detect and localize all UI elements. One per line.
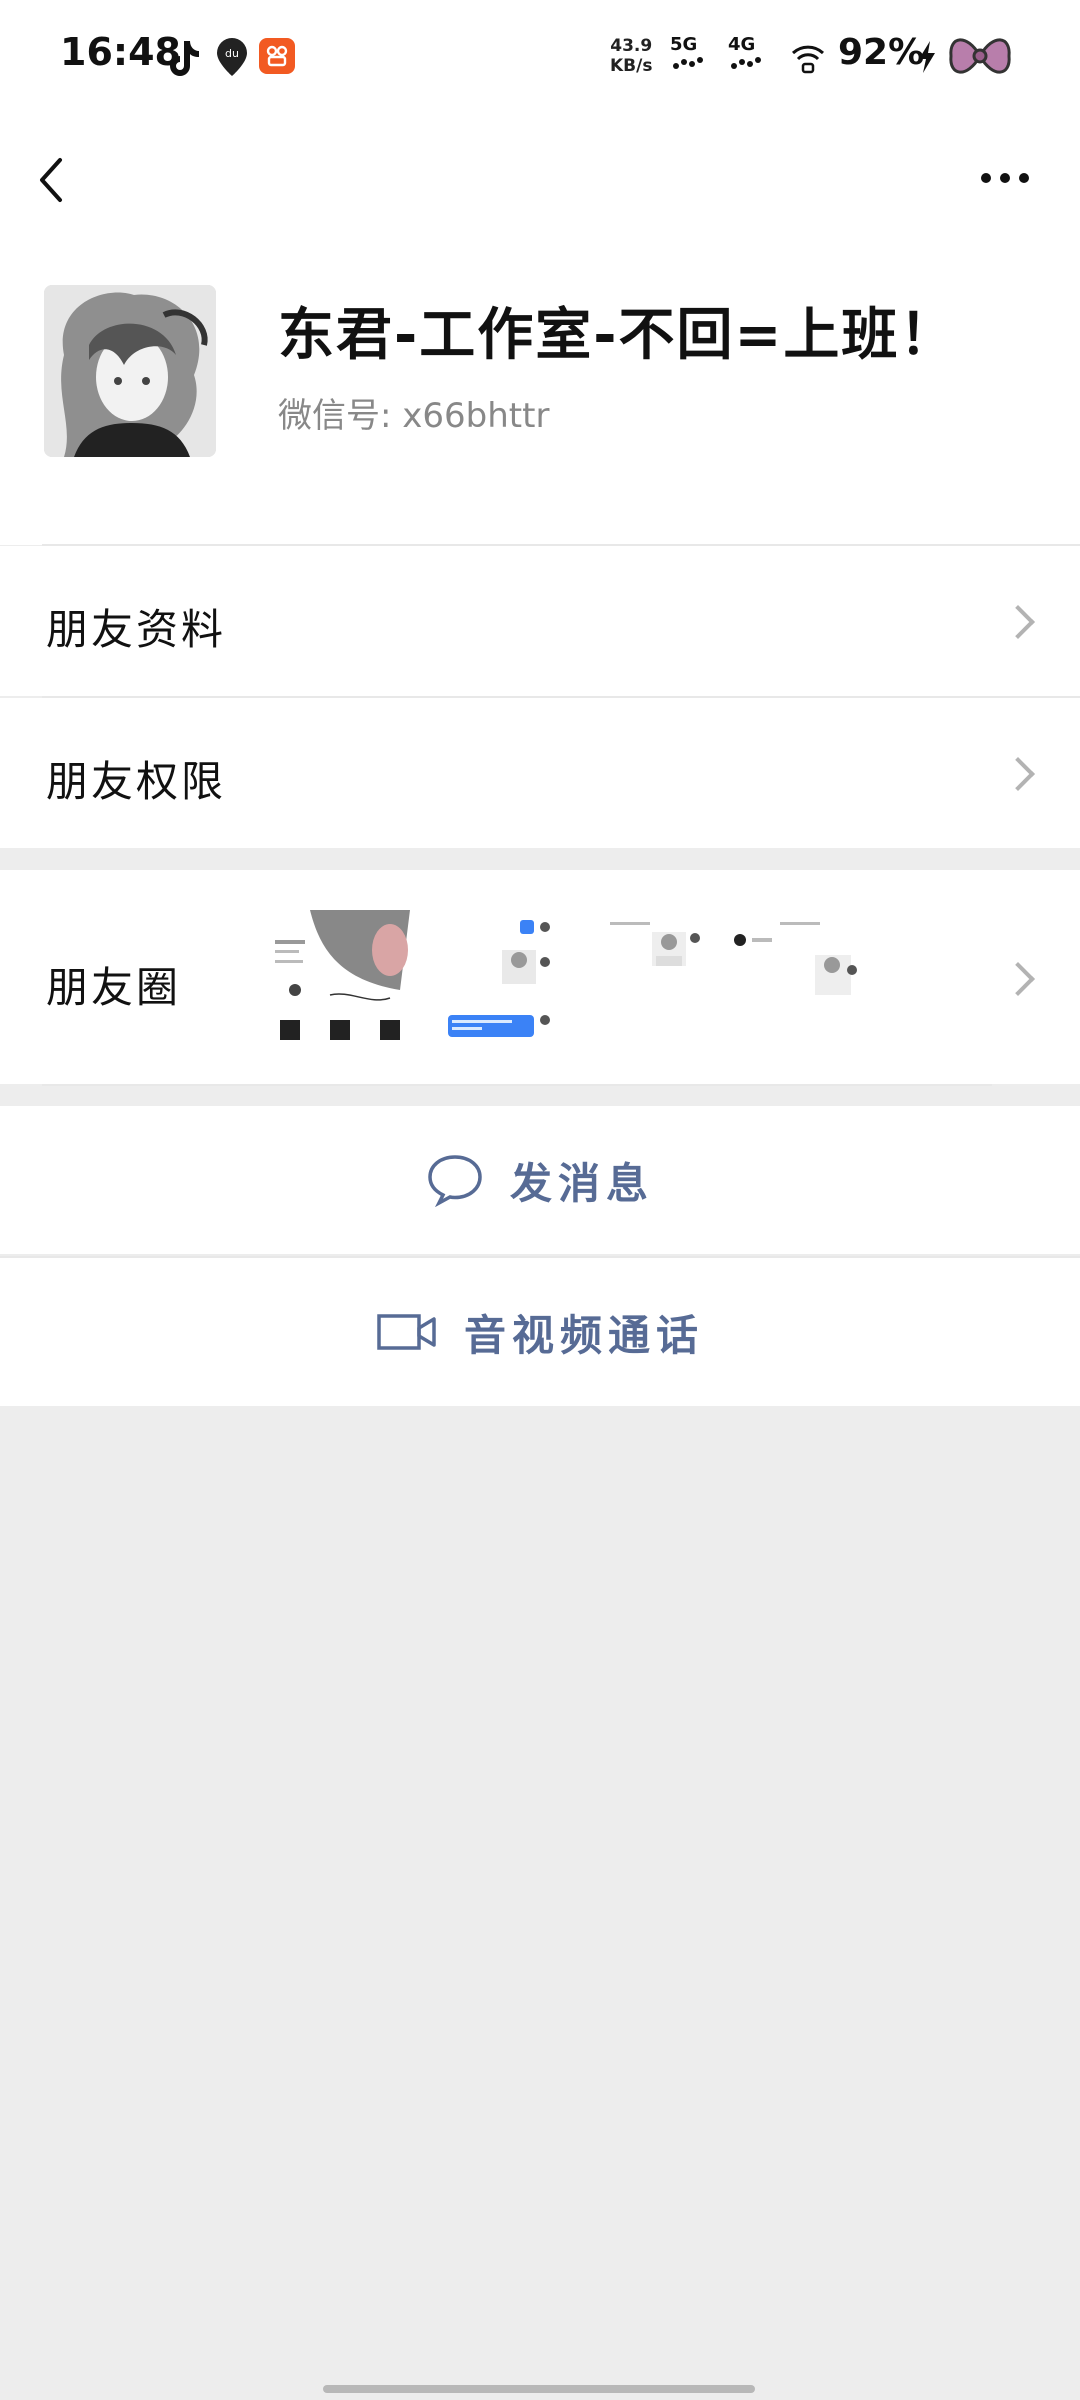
home-indicator[interactable] xyxy=(323,2385,755,2393)
video-call-label: 音视频通话 xyxy=(463,1310,704,1360)
bow-icon xyxy=(946,30,1014,82)
net-speed: 43.9 KB/s xyxy=(610,36,652,76)
row-friend-info[interactable]: 朋友资料 xyxy=(0,546,1080,696)
send-message-button[interactable]: 发消息 xyxy=(0,1106,1080,1254)
moments-thumbnail[interactable] xyxy=(730,910,870,1050)
tiktok-icon xyxy=(165,38,201,78)
chat-bubble-icon xyxy=(428,1155,482,1207)
app-icon xyxy=(259,38,295,74)
status-bar: 16:48 du 43.9 KB/s 5G 4G 92% xyxy=(0,0,1080,110)
battery-percent: 92% xyxy=(838,32,925,73)
wifi-icon xyxy=(788,38,828,78)
net-speed-unit: KB/s xyxy=(610,56,653,76)
svg-text:du: du xyxy=(225,47,239,60)
video-call-button[interactable]: 音视频通话 xyxy=(0,1258,1080,1406)
divider xyxy=(42,1084,992,1086)
contact-name: 东君-工作室-不回=上班！ xyxy=(278,303,958,368)
signal-4g-label: 4G xyxy=(728,34,756,55)
send-message-label: 发消息 xyxy=(509,1158,654,1208)
nav-bar xyxy=(0,110,1080,240)
video-camera-icon xyxy=(377,1314,436,1350)
more-dots-icon xyxy=(981,173,1029,183)
more-button[interactable] xyxy=(972,158,1042,198)
row-friend-permission-label: 朋友权限 xyxy=(46,757,227,806)
net-speed-value: 43.9 xyxy=(610,36,653,56)
row-friend-permission[interactable]: 朋友权限 xyxy=(0,698,1080,848)
chevron-left-icon xyxy=(40,158,62,202)
moments-thumbnail[interactable] xyxy=(590,910,730,1050)
chevron-right-icon xyxy=(1001,962,1035,996)
avatar[interactable] xyxy=(44,285,216,457)
signal-5g: 5G xyxy=(670,34,720,78)
back-button[interactable] xyxy=(28,150,88,210)
charging-icon xyxy=(915,38,939,76)
wechat-id: 微信号: x66bhttr xyxy=(278,396,550,436)
chevron-right-icon xyxy=(1001,605,1035,639)
du-map-icon: du xyxy=(214,36,250,78)
status-time: 16:48 xyxy=(60,30,181,74)
signal-4g: 4G xyxy=(728,34,778,78)
chevron-right-icon xyxy=(1001,757,1035,791)
moments-thumbnail[interactable] xyxy=(270,910,410,1050)
moments-thumbnail[interactable] xyxy=(430,910,570,1050)
row-friend-info-label: 朋友资料 xyxy=(46,605,227,654)
row-moments-label: 朋友圈 xyxy=(46,963,182,1012)
signal-5g-label: 5G xyxy=(670,34,698,55)
